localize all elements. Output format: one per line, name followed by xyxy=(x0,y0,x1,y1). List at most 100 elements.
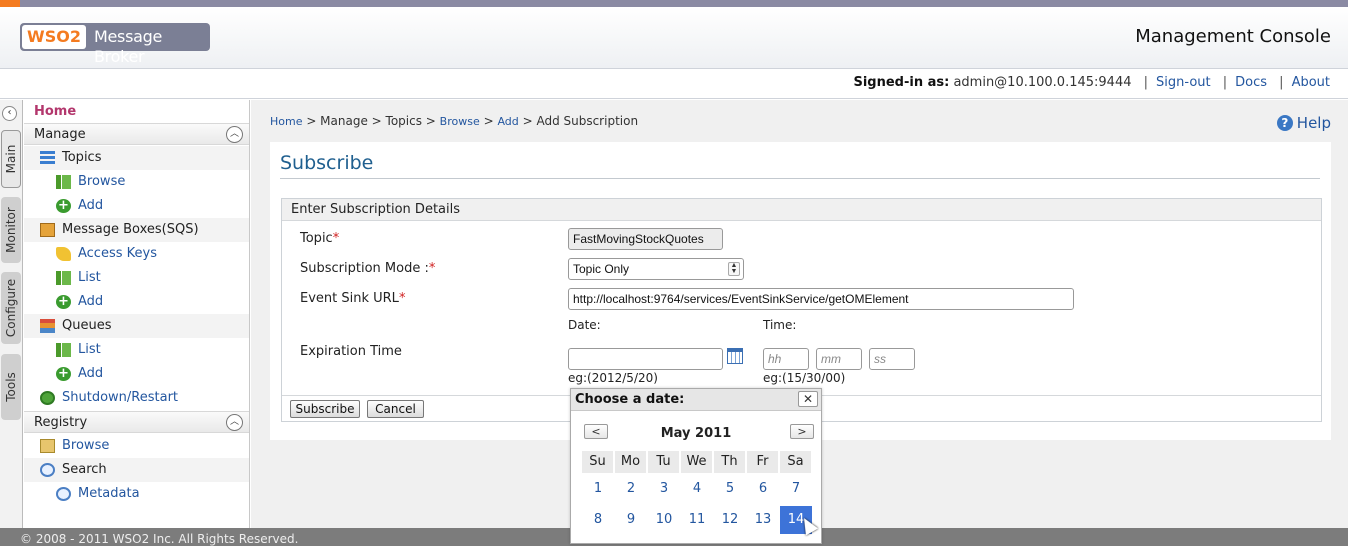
gear-icon xyxy=(40,391,55,405)
metadata-search-icon xyxy=(56,487,71,501)
calendar-day[interactable]: 1 xyxy=(582,475,614,503)
menu-item-registry-browse[interactable]: Browse xyxy=(24,434,249,458)
breadcrumb-add[interactable]: Add xyxy=(497,115,518,128)
breadcrumb-current: > Add Subscription xyxy=(522,114,639,128)
topic-label-text: Topic xyxy=(300,231,333,246)
subscription-mode-value: Topic Only xyxy=(573,262,630,276)
section-label: Manage xyxy=(34,127,86,142)
key-icon xyxy=(56,247,71,261)
menu-item-topics-add[interactable]: + Add xyxy=(24,194,249,218)
prev-month-button[interactable]: < xyxy=(584,424,608,439)
grid-icon xyxy=(56,175,71,189)
menu-item-label: Add xyxy=(78,294,104,309)
logo-brand: WSO2 xyxy=(22,25,86,49)
menu-item-message-boxes-add[interactable]: + Add xyxy=(24,290,249,314)
grid-icon xyxy=(56,271,71,285)
menu-item-queues[interactable]: Queues xyxy=(24,314,249,338)
about-link[interactable]: About xyxy=(1292,75,1330,90)
add-icon: + xyxy=(56,367,71,381)
add-icon: + xyxy=(56,199,71,213)
calendar-day[interactable]: 11 xyxy=(681,506,713,534)
next-month-button[interactable]: > xyxy=(790,424,814,439)
event-sink-url-input[interactable]: http://localhost:9764/services/EventSink… xyxy=(568,288,1074,310)
calendar-day[interactable]: 12 xyxy=(714,506,746,534)
subscribe-button[interactable]: Subscribe xyxy=(290,400,360,418)
menu-item-label: Queues xyxy=(62,318,112,333)
menu-item-label: Search xyxy=(62,462,107,477)
menu-item-label: Topics xyxy=(62,150,102,165)
signed-in-user: admin@10.100.0.145:9444 xyxy=(953,75,1132,90)
weekday-header: Mo xyxy=(615,451,647,473)
logo: WSO2 Message Broker xyxy=(20,23,210,66)
weekday-header: Tu xyxy=(648,451,680,473)
breadcrumb-home[interactable]: Home xyxy=(270,115,302,128)
tab-configure[interactable]: Configure xyxy=(1,272,21,344)
collapse-icon[interactable]: ︿ xyxy=(226,126,243,143)
calendar-day[interactable]: 8 xyxy=(582,506,614,534)
menu-item-topics-browse[interactable]: Browse xyxy=(24,170,249,194)
tab-configure-label: Configure xyxy=(4,278,18,338)
grid-icon xyxy=(56,343,71,357)
hour-input[interactable]: hh xyxy=(763,348,809,370)
expiration-time-label: Expiration Time xyxy=(300,344,402,359)
calendar-day[interactable]: 3 xyxy=(648,475,680,503)
page-title: Subscribe xyxy=(280,152,374,174)
subscription-mode-select[interactable]: Topic Only ▲ ▼ xyxy=(568,258,744,280)
add-icon: + xyxy=(56,295,71,309)
calendar-day[interactable]: 7 xyxy=(780,475,812,503)
date-picker-month: May 2011 xyxy=(660,426,732,441)
calendar-day[interactable]: 9 xyxy=(615,506,647,534)
menu-item-registry-metadata[interactable]: Metadata xyxy=(24,482,249,506)
menu-item-queues-list[interactable]: List xyxy=(24,338,249,362)
console-title: Management Console xyxy=(1135,26,1331,47)
calendar-day[interactable]: 6 xyxy=(747,475,779,503)
minute-input[interactable]: mm xyxy=(816,348,862,370)
weekday-header: We xyxy=(681,451,713,473)
sign-out-link[interactable]: Sign-out xyxy=(1156,75,1211,90)
expiration-date-input[interactable] xyxy=(568,348,723,370)
docs-link[interactable]: Docs xyxy=(1235,75,1267,90)
calendar-day[interactable]: 2 xyxy=(615,475,647,503)
mode-label-text: Subscription Mode : xyxy=(300,261,429,276)
collapse-menu-icon[interactable]: ‹ xyxy=(2,106,17,121)
logo-product: Message Broker xyxy=(94,27,163,66)
divider xyxy=(280,178,1320,179)
cancel-button[interactable]: Cancel xyxy=(367,400,424,418)
menu-home[interactable]: Home xyxy=(34,104,76,119)
menu-item-label: Shutdown/Restart xyxy=(62,390,179,405)
header: WSO2 Message Broker Management Console xyxy=(0,7,1348,69)
topic-field[interactable]: FastMovingStockQuotes xyxy=(568,228,723,250)
menu-item-label: Add xyxy=(78,198,104,213)
queue-icon xyxy=(40,319,55,333)
close-icon[interactable]: ✕ xyxy=(798,391,818,407)
calendar-day[interactable]: 5 xyxy=(714,475,746,503)
tab-tools-label: Tools xyxy=(4,372,18,402)
menu-item-registry-search[interactable]: Search xyxy=(24,458,249,482)
menu-item-access-keys[interactable]: Access Keys xyxy=(24,242,249,266)
tab-monitor[interactable]: Monitor xyxy=(1,197,21,263)
calendar-day[interactable]: 10 xyxy=(648,506,680,534)
top-stripe xyxy=(0,0,1348,7)
menu-item-message-boxes[interactable]: Message Boxes(SQS) xyxy=(24,218,249,242)
menu-item-queues-add[interactable]: + Add xyxy=(24,362,249,386)
tab-tools[interactable]: Tools xyxy=(1,354,21,420)
calendar-icon[interactable] xyxy=(727,348,743,364)
collapse-icon[interactable]: ︿ xyxy=(226,414,243,431)
help-link[interactable]: ? Help xyxy=(1276,114,1331,132)
calendar-day[interactable]: 13 xyxy=(747,506,779,534)
date-label: Date: xyxy=(568,318,601,332)
menu-section-registry: Registry ︿ xyxy=(24,411,249,433)
breadcrumb-browse[interactable]: Browse xyxy=(440,115,480,128)
user-bar: Signed-in as: admin@10.100.0.145:9444 | S… xyxy=(0,70,1348,99)
help-label: Help xyxy=(1296,114,1331,132)
second-input[interactable]: ss xyxy=(869,348,915,370)
required-mark: * xyxy=(398,291,406,306)
separator: | xyxy=(1279,75,1284,90)
calendar-day[interactable]: 4 xyxy=(681,475,713,503)
menu-item-shutdown-restart[interactable]: Shutdown/Restart xyxy=(24,386,249,410)
menu-item-message-boxes-list[interactable]: List xyxy=(24,266,249,290)
date-hint: eg:(2012/5/20) xyxy=(568,371,658,385)
menu-item-topics[interactable]: Topics xyxy=(24,146,249,170)
time-label: Time: xyxy=(763,318,797,332)
tab-main[interactable]: Main xyxy=(1,130,21,188)
